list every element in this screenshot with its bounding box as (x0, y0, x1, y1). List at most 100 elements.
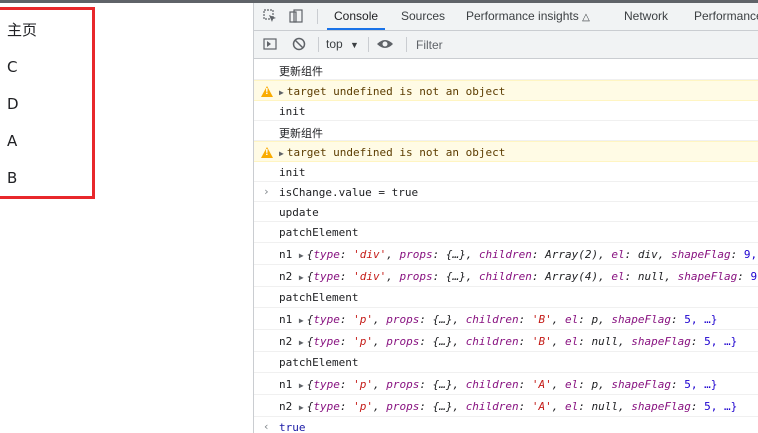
page-item-home: 主页 (7, 21, 38, 39)
console-message: init (254, 101, 758, 121)
prop-type-value: 'div' (353, 269, 387, 283)
vnode-label: n1 (279, 247, 293, 261)
page-item-b: B (7, 169, 18, 187)
console-message: n1 ▶ {type: 'p', props: {…}, children: 'B… (254, 308, 758, 330)
console-message: patchElement (254, 287, 758, 308)
context-selector[interactable]: top ▼ (326, 37, 359, 51)
warning-icon (261, 86, 273, 97)
toolbar-separator (406, 37, 407, 52)
console-log: 更新组件▶target undefined is not an objectin… (254, 59, 758, 433)
page-item-c: C (7, 58, 18, 76)
prop-shapeflag-value: 5, …} (704, 334, 738, 348)
console-message: 更新组件 (254, 121, 758, 141)
page-item-d: D (7, 95, 19, 113)
filter-input[interactable]: Filter (416, 38, 443, 52)
experiment-flask-icon: △ (582, 12, 590, 23)
expand-triangle-icon[interactable]: ▶ (279, 149, 284, 158)
prop-type-value: 'div' (353, 247, 387, 261)
console-log-text: update (279, 205, 319, 219)
console-message: 更新组件 (254, 59, 758, 80)
prop-children-value: 'B' (531, 334, 552, 348)
console-message: n2 ▶ {type: 'p', props: {…}, children: 'B… (254, 330, 758, 352)
console-message: n1 ▶ {type: 'p', props: {…}, children: 'A… (254, 373, 758, 395)
warning-text: target undefined is not an object (286, 85, 506, 98)
devtools-tabbar: Console Sources Performance insights △ N… (254, 3, 758, 31)
tab-performance[interactable]: Performance (694, 3, 758, 30)
prop-type-value: 'p' (353, 377, 373, 391)
prop-el-value: null (591, 334, 619, 348)
console-log-text: init (279, 165, 306, 179)
tab-network[interactable]: Network (624, 3, 668, 30)
input-prompt-icon: › (263, 185, 270, 198)
page-item-a: A (7, 132, 18, 150)
console-message: n2 ▶ {type: 'div', props: {…}, children: … (254, 265, 758, 287)
prop-el-value: null (637, 269, 665, 283)
expand-triangle-icon[interactable]: ▶ (299, 273, 304, 282)
prop-el-value: null (591, 399, 619, 413)
console-warning: ▶target undefined is not an object (254, 141, 758, 162)
prop-children-value: Array(2) (545, 247, 599, 261)
chevron-down-icon: ▼ (350, 40, 359, 50)
prop-el-value: div (637, 247, 658, 261)
prop-type-value: 'p' (353, 334, 373, 348)
tab-console[interactable]: Console (327, 3, 386, 30)
tab-sources[interactable]: Sources (401, 3, 445, 30)
devtools-panel: Console Sources Performance insights △ N… (253, 3, 758, 433)
warning-icon (261, 147, 273, 158)
vnode-label: n1 (279, 377, 293, 391)
console-log-text: patchElement (279, 356, 359, 369)
console-message: patchElement (254, 222, 758, 243)
toolbar-separator (318, 37, 319, 52)
prop-children-value: Array(4) (545, 269, 599, 283)
expand-triangle-icon[interactable]: ▶ (299, 251, 304, 260)
toolbar-separator (368, 37, 369, 52)
prop-shapeflag-value: 9, (743, 247, 758, 261)
prop-children-value: 'B' (531, 312, 552, 326)
console-message: patchElement (254, 352, 758, 373)
console-log-text: patchElement (279, 291, 359, 304)
console-log-text: 更新组件 (279, 65, 323, 78)
clear-console-icon[interactable] (292, 37, 306, 51)
console-log-text: true (279, 420, 306, 433)
show-sidebar-icon[interactable] (263, 37, 277, 51)
prop-type-value: 'p' (353, 399, 373, 413)
console-toolbar: top ▼ Filter (254, 31, 758, 59)
console-message: init (254, 162, 758, 182)
console-warning: ▶target undefined is not an object (254, 80, 758, 101)
prop-shapeflag-value: 9 (750, 269, 758, 283)
console-message: ‹ true (254, 417, 758, 433)
console-log-text: patchElement (279, 226, 359, 239)
prop-shapeflag-value: 5, …} (704, 399, 738, 413)
console-input-text: isChange.value = true (279, 185, 419, 199)
toolbar-separator (317, 9, 318, 24)
expand-triangle-icon[interactable]: ▶ (299, 338, 304, 347)
console-message: n2 ▶ {type: 'p', props: {…}, children: 'A… (254, 395, 758, 417)
expand-triangle-icon[interactable]: ▶ (299, 316, 304, 325)
vnode-label: n1 (279, 312, 293, 326)
context-selector-label: top (326, 37, 343, 51)
vnode-label: n2 (279, 334, 293, 348)
prop-children-value: 'A' (531, 399, 552, 413)
expand-triangle-icon[interactable]: ▶ (279, 88, 284, 97)
result-arrow-icon: ‹ (263, 420, 270, 433)
page-viewport: 主页 C D A B (0, 3, 253, 433)
tab-performance-insights[interactable]: Performance insights △ (466, 3, 590, 30)
prop-shapeflag-value: 5, …} (684, 377, 718, 391)
vnode-label: n2 (279, 269, 293, 283)
prop-shapeflag-value: 5, …} (684, 312, 718, 326)
expand-triangle-icon[interactable]: ▶ (299, 403, 304, 412)
console-message: n1 ▶ {type: 'div', props: {…}, children: … (254, 243, 758, 265)
tab-performance-insights-label: Performance insights (466, 9, 579, 23)
expand-triangle-icon[interactable]: ▶ (299, 381, 304, 390)
device-toolbar-icon[interactable] (289, 9, 303, 23)
warning-text: target undefined is not an object (286, 146, 506, 159)
console-log-text: 更新组件 (279, 126, 323, 140)
vnode-label: n2 (279, 399, 293, 413)
console-message: update (254, 202, 758, 222)
inspect-element-icon[interactable] (263, 9, 277, 23)
prop-children-value: 'A' (531, 377, 552, 391)
console-message: › isChange.value = true (254, 182, 758, 202)
live-expression-eye-icon[interactable] (376, 37, 394, 51)
console-log-text: init (279, 104, 306, 118)
prop-type-value: 'p' (353, 312, 373, 326)
